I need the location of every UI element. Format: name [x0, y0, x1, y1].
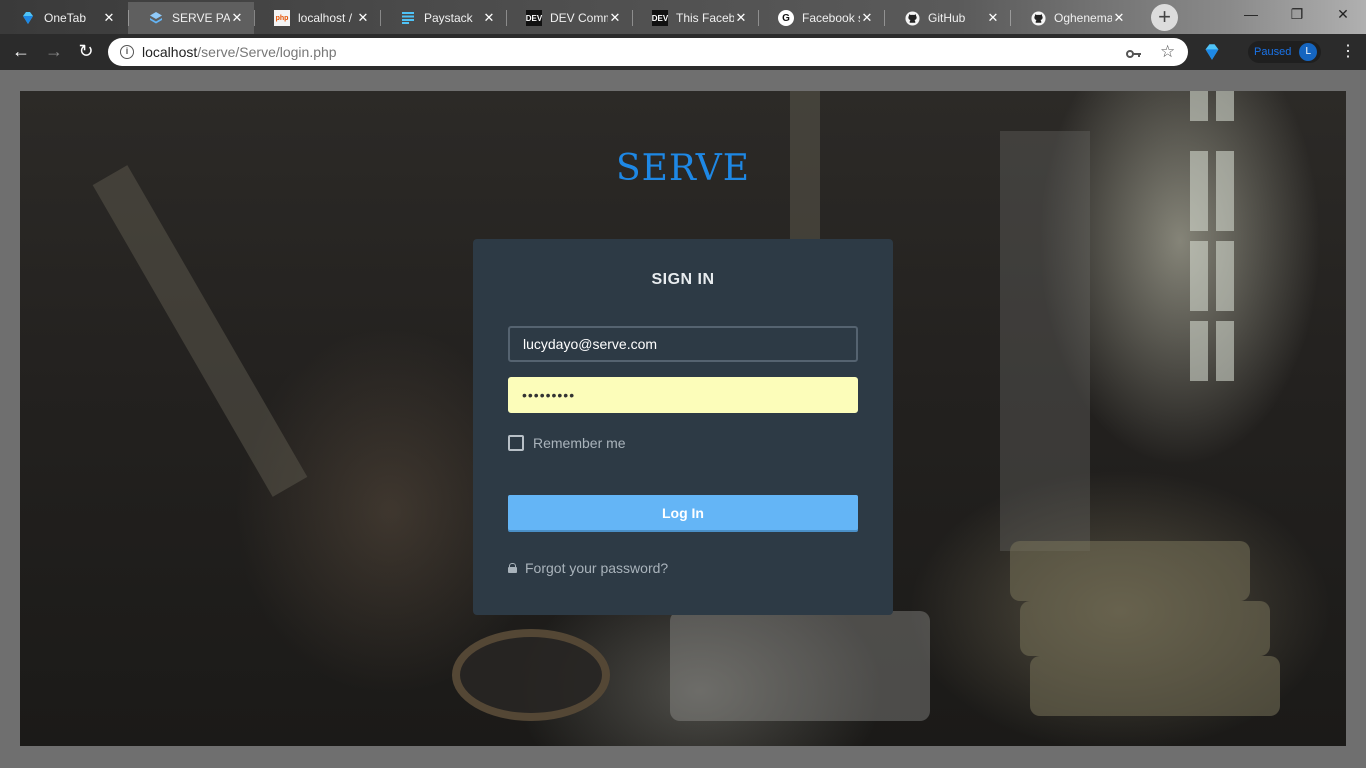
url-path: /serve/Serve/login.php: [197, 44, 337, 60]
tab-label: GitHub: [928, 11, 966, 25]
gem-icon: [20, 10, 36, 26]
sieve-prop: [452, 629, 610, 721]
brand-logo: SERVE: [615, 148, 751, 189]
github-icon: [904, 10, 920, 26]
close-icon[interactable]: ✕: [986, 10, 1000, 26]
url-text: localhost/serve/Serve/login.php: [142, 44, 337, 60]
new-tab-button[interactable]: +: [1151, 4, 1178, 31]
forgot-password-label: Forgot your password?: [525, 560, 669, 576]
reload-button[interactable]: ↻: [74, 40, 98, 64]
tab-serve-payroll[interactable]: SERVE PAYR ✕: [128, 2, 254, 34]
tab-facebook-search[interactable]: G Facebook s ✕: [758, 2, 884, 34]
remember-label: Remember me: [533, 435, 626, 451]
g-icon: G: [778, 10, 794, 26]
tab-dev-community[interactable]: DEV DEV Comm ✕: [506, 2, 632, 34]
tab-github[interactable]: GitHub ✕: [884, 2, 1010, 34]
close-icon[interactable]: ✕: [102, 10, 116, 26]
close-icon[interactable]: ✕: [860, 10, 874, 26]
window-close-button[interactable]: ✕: [1320, 0, 1366, 30]
close-icon[interactable]: ✕: [482, 10, 496, 26]
sign-in-card: SIGN IN Remember me Log In Forgot your p…: [473, 239, 893, 615]
paystack-icon: [400, 10, 416, 26]
lock-icon: [508, 563, 517, 573]
tab-dev-article[interactable]: DEV This Facebo ✕: [632, 2, 758, 34]
url-host: localhost: [142, 44, 198, 60]
back-button[interactable]: ←: [9, 40, 33, 64]
remember-checkbox[interactable]: [508, 435, 524, 451]
tab-label: SERVE PAYR: [172, 11, 230, 25]
close-icon[interactable]: ✕: [734, 10, 748, 26]
tab-paystack[interactable]: Paystack ✕: [380, 2, 506, 34]
browser-toolbar: ← → ↻ i localhost/serve/Serve/login.php …: [0, 34, 1366, 70]
phpmyadmin-icon: php: [274, 10, 290, 26]
login-button[interactable]: Log In: [508, 495, 858, 530]
forgot-password-link[interactable]: Forgot your password?: [508, 560, 668, 576]
tab-label: DEV Comm: [550, 11, 608, 25]
tab-label: Facebook s: [802, 11, 860, 25]
info-icon[interactable]: i: [120, 45, 134, 59]
tab-label: This Facebo: [676, 11, 734, 25]
close-icon[interactable]: ✕: [356, 10, 370, 26]
forward-button[interactable]: →: [42, 40, 66, 64]
window-light: [1190, 91, 1260, 391]
tab-phpmyadmin[interactable]: php localhost / r ✕: [254, 2, 380, 34]
tab-label: OneTab: [44, 11, 87, 25]
key-icon[interactable]: [1126, 46, 1142, 62]
restore-button[interactable]: ❐: [1274, 0, 1320, 30]
address-bar[interactable]: i localhost/serve/Serve/login.php ☆: [108, 38, 1188, 66]
github-icon: [1030, 10, 1046, 26]
close-icon[interactable]: ✕: [1112, 10, 1126, 26]
menu-icon[interactable]: ⋮: [1340, 41, 1356, 63]
tab-strip: OneTab ✕ SERVE PAYR ✕ php localhost / r …: [0, 0, 1366, 34]
close-icon[interactable]: ✕: [230, 10, 244, 26]
password-field[interactable]: [508, 377, 858, 413]
bookmark-star-icon[interactable]: ☆: [1160, 42, 1175, 62]
remember-me[interactable]: Remember me: [508, 435, 626, 451]
tab-onetab[interactable]: OneTab ✕: [0, 2, 126, 34]
dev-icon: DEV: [526, 10, 542, 26]
profile-status: Paused: [1254, 46, 1292, 58]
avatar: L: [1299, 43, 1318, 61]
close-icon[interactable]: ✕: [608, 10, 622, 26]
profile-button[interactable]: Paused L: [1248, 41, 1322, 63]
tab-label: Oghenema: [1054, 11, 1112, 25]
minimize-button[interactable]: —: [1228, 0, 1274, 30]
email-field[interactable]: [508, 326, 858, 362]
card-title: SIGN IN: [651, 271, 715, 288]
tab-github-profile[interactable]: Oghenema ✕: [1010, 2, 1136, 34]
tab-label: localhost / r: [298, 11, 356, 25]
onetab-extension-icon[interactable]: [1203, 43, 1221, 61]
dev-icon: DEV: [652, 10, 668, 26]
tab-label: Paystack: [424, 11, 473, 25]
layers-icon: [148, 10, 164, 26]
